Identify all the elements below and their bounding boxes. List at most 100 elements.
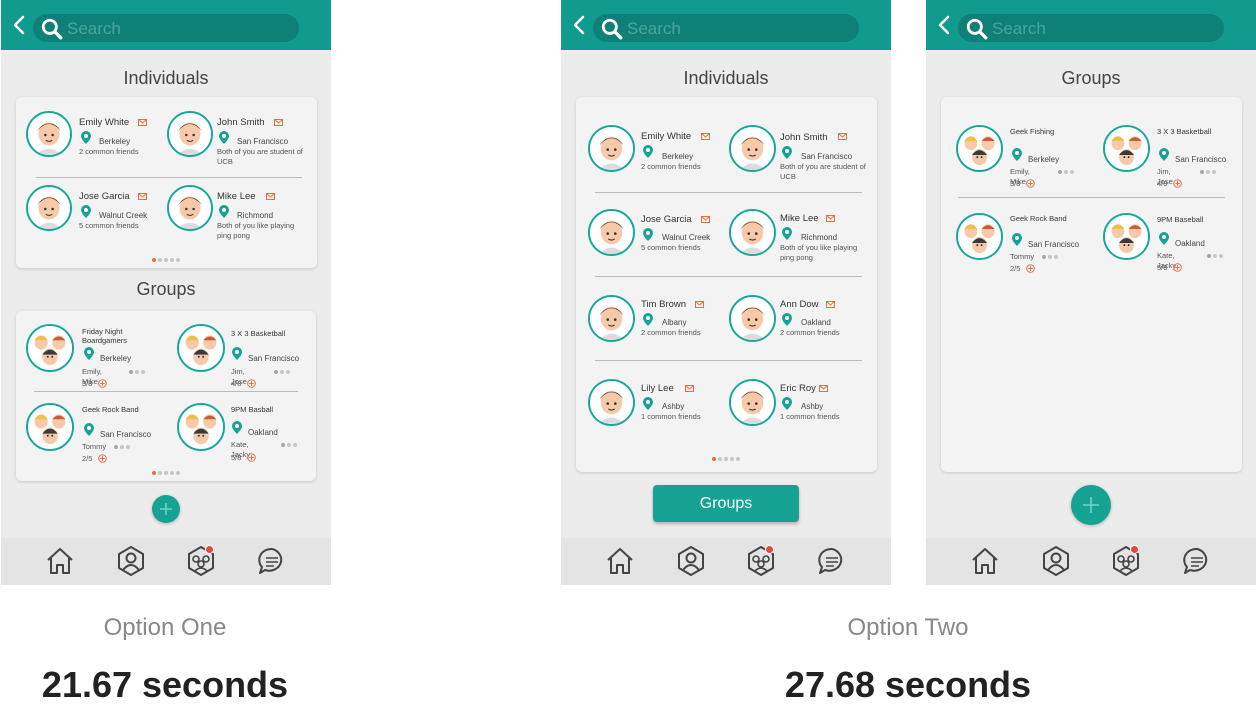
profile-icon[interactable] [1040, 545, 1072, 577]
group-avatar [1103, 213, 1150, 260]
search-placeholder: Search [627, 19, 681, 38]
individual-subtext: Both of you are student of UCB [217, 147, 303, 166]
home-icon[interactable] [44, 545, 76, 577]
divider [595, 192, 862, 193]
notification-badge [765, 545, 774, 554]
add-button[interactable] [152, 495, 180, 523]
group-location: San Francisco [1175, 155, 1227, 164]
mail-icon[interactable] [274, 119, 283, 126]
join-plus-icon[interactable] [1026, 179, 1035, 188]
members-dots [1200, 170, 1216, 174]
group-name: Friday Night Boardgamers [82, 327, 128, 345]
option-two-individuals-screen: Search Individuals Emily White Berkeley … [561, 0, 891, 585]
members-dots [129, 370, 145, 374]
mail-icon[interactable] [819, 385, 828, 392]
bottom-tab-bar [1, 538, 331, 585]
individual-name: Lily Lee [641, 383, 674, 394]
individual-subtext: 2 common friends [780, 328, 840, 337]
group-avatar [1103, 125, 1150, 172]
home-icon[interactable] [969, 545, 1001, 577]
group-location: San Francisco [100, 430, 152, 439]
group-name: Geek Rock Band [1010, 214, 1067, 223]
search-input[interactable]: Search [958, 14, 1224, 42]
join-plus-icon[interactable] [1026, 264, 1035, 273]
profile-icon[interactable] [675, 545, 707, 577]
individual-subtext: 5 common friends [79, 221, 139, 230]
individuals-title: Individuals [683, 68, 769, 88]
join-plus-icon[interactable] [1173, 179, 1182, 188]
individuals-card: Emily White Berkeley 2 common friends Jo… [576, 97, 877, 472]
chat-icon[interactable] [816, 545, 848, 577]
join-plus-icon[interactable] [1173, 263, 1182, 272]
individual-location: Berkeley [662, 152, 694, 161]
back-arrow-icon[interactable] [570, 14, 590, 36]
location-pin-icon [81, 205, 91, 218]
divider [958, 197, 1225, 198]
top-bar: Search [561, 0, 891, 50]
mail-icon[interactable] [701, 216, 710, 223]
search-input[interactable]: Search [33, 14, 299, 42]
location-pin-icon [84, 347, 94, 360]
mail-icon[interactable] [685, 385, 694, 392]
join-plus-icon[interactable] [98, 454, 107, 463]
avatar [588, 379, 635, 426]
group-avatar [956, 213, 1003, 260]
individual-name: Jose Garcia [641, 214, 692, 225]
search-icon [601, 18, 623, 40]
back-arrow-icon[interactable] [935, 14, 955, 36]
mail-icon[interactable] [695, 301, 704, 308]
location-pin-icon [84, 423, 94, 436]
mail-icon[interactable] [838, 133, 847, 140]
home-icon[interactable] [604, 545, 636, 577]
back-arrow-icon[interactable] [10, 14, 30, 36]
groups-title: Groups [1061, 68, 1121, 88]
pagination-dots[interactable] [152, 258, 180, 262]
group-count: 4/8 [1157, 179, 1168, 188]
mail-icon[interactable] [138, 119, 147, 126]
join-plus-icon[interactable] [247, 453, 256, 462]
avatar [729, 125, 776, 172]
members-dots [1058, 170, 1074, 174]
groups-button[interactable]: Groups [653, 485, 799, 522]
join-plus-icon[interactable] [247, 379, 256, 388]
group-count: 2/5 [82, 454, 93, 463]
avatar [26, 185, 72, 231]
location-pin-icon [643, 313, 653, 326]
group-count: 4/8 [231, 379, 242, 388]
profile-icon[interactable] [115, 545, 147, 577]
mail-icon[interactable] [138, 193, 147, 200]
avatar [729, 209, 776, 256]
mail-icon[interactable] [266, 193, 275, 200]
members-dots [1042, 255, 1058, 259]
group-location: San Francisco [1028, 240, 1080, 249]
individual-subtext: 1 common friends [641, 412, 701, 421]
group-avatar [177, 324, 225, 372]
option-two-groups-screen: Search Groups Geek Fishing Berkeley Emil… [926, 0, 1256, 585]
divider [595, 276, 862, 277]
search-input[interactable]: Search [593, 14, 859, 42]
group-location: Oakland [1175, 239, 1205, 248]
option-one-time: 21.67 seconds [41, 664, 289, 705]
mail-icon[interactable] [826, 215, 835, 222]
location-pin-icon [782, 397, 792, 410]
group-avatar [177, 403, 225, 451]
top-bar: Search [926, 0, 1256, 50]
mail-icon[interactable] [826, 301, 835, 308]
join-plus-icon[interactable] [98, 379, 107, 388]
group-name: 3 X 3 Basketball [231, 329, 286, 338]
location-pin-icon [782, 227, 792, 240]
group-count: 5/8 [231, 453, 242, 462]
add-button[interactable] [1071, 485, 1111, 525]
group-count: 3/8 [1010, 179, 1021, 188]
pagination-dots[interactable] [152, 471, 180, 475]
chat-icon[interactable] [1181, 545, 1213, 577]
individual-location: San Francisco [237, 137, 289, 146]
location-pin-icon [643, 145, 653, 158]
group-location: Berkeley [100, 354, 132, 363]
chat-icon[interactable] [256, 545, 288, 577]
individual-location: Richmond [237, 211, 274, 220]
mail-icon[interactable] [701, 133, 710, 140]
location-pin-icon [81, 131, 91, 144]
location-pin-icon [643, 228, 653, 241]
pagination-dots[interactable] [712, 457, 740, 461]
